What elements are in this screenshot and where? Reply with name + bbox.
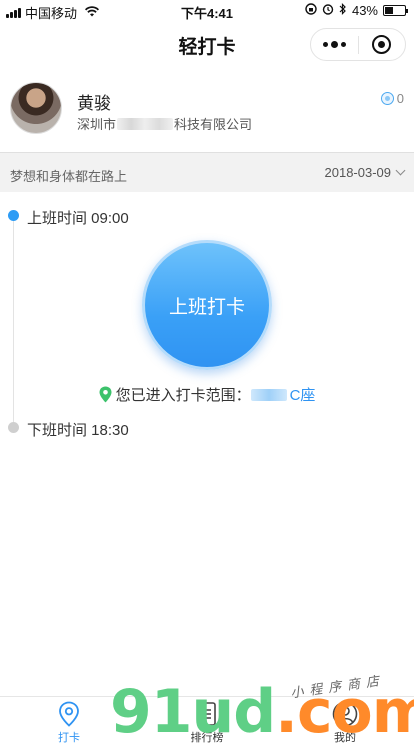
motto-bar: 梦想和身体都在路上 2018-03-09 bbox=[0, 152, 414, 192]
work-start-time: 上班时间 09:00 bbox=[27, 210, 129, 227]
date-picker[interactable]: 2018-03-09 bbox=[324, 165, 406, 180]
redacted-text bbox=[117, 118, 174, 130]
tab-label: 我的 bbox=[334, 732, 356, 744]
range-text: 您已进入打卡范围： bbox=[115, 387, 251, 404]
status-bar: 中国移动 下午4:41 43% bbox=[0, 0, 414, 22]
chevron-down-icon bbox=[395, 165, 406, 176]
location-pin-icon bbox=[99, 386, 112, 407]
company-suffix: 科技有限公司 bbox=[174, 117, 253, 132]
user-name: 黄骏 bbox=[77, 94, 111, 113]
tab-clock-in[interactable]: 打卡 bbox=[0, 697, 138, 747]
timeline-dot-inactive bbox=[8, 422, 19, 433]
battery-level bbox=[385, 7, 394, 14]
location-pin-icon bbox=[59, 701, 79, 727]
avatar[interactable] bbox=[10, 82, 62, 134]
rotation-lock-icon bbox=[305, 3, 317, 18]
timeline-dot-active bbox=[8, 210, 19, 221]
profile-card: 黄骏 深圳市 科技有限公司 0 bbox=[0, 66, 414, 152]
range-place[interactable]: C座 bbox=[290, 387, 316, 404]
target-icon bbox=[372, 35, 392, 54]
battery-icon bbox=[383, 5, 408, 16]
company-name: 深圳市 科技有限公司 bbox=[77, 114, 252, 133]
motto-text: 梦想和身体都在路上 bbox=[10, 169, 128, 184]
mini-program-capsule bbox=[310, 28, 406, 61]
check-in-range: 您已进入打卡范围： C座 bbox=[0, 384, 414, 407]
company-prefix: 深圳市 bbox=[77, 117, 117, 132]
status-right: 43% bbox=[305, 3, 408, 18]
date-value: 2018-03-09 bbox=[324, 165, 392, 180]
points-count: 0 bbox=[396, 91, 404, 106]
list-icon bbox=[198, 702, 216, 726]
nav-bar: 轻打卡 bbox=[0, 22, 414, 66]
work-end-time: 下班时间 18:30 bbox=[27, 422, 129, 439]
coin-icon bbox=[380, 92, 394, 105]
redacted-place bbox=[250, 389, 287, 401]
close-mini-program-button[interactable] bbox=[359, 29, 406, 60]
bluetooth-icon bbox=[339, 3, 347, 18]
more-button[interactable] bbox=[311, 29, 358, 60]
more-dots-icon bbox=[322, 41, 346, 48]
tab-profile[interactable]: 我的 bbox=[276, 697, 414, 747]
clock-in-label: 上班打卡 bbox=[168, 296, 245, 318]
tab-label: 排行榜 bbox=[190, 732, 224, 744]
battery-percent: 43% bbox=[351, 3, 378, 18]
app-screen: 中国移动 下午4:41 43% 轻打卡 黄骏 深圳市 科技有限公司 0 梦想和身… bbox=[0, 0, 414, 747]
tab-label: 打卡 bbox=[58, 732, 80, 744]
clock-in-button[interactable]: 上班打卡 bbox=[142, 240, 272, 370]
bottom-tab-bar: 打卡 排行榜 我的 bbox=[0, 696, 414, 747]
user-icon bbox=[332, 701, 358, 727]
tab-ranking[interactable]: 排行榜 bbox=[138, 697, 276, 747]
points-badge[interactable]: 0 bbox=[380, 91, 404, 106]
alarm-icon bbox=[322, 3, 334, 18]
